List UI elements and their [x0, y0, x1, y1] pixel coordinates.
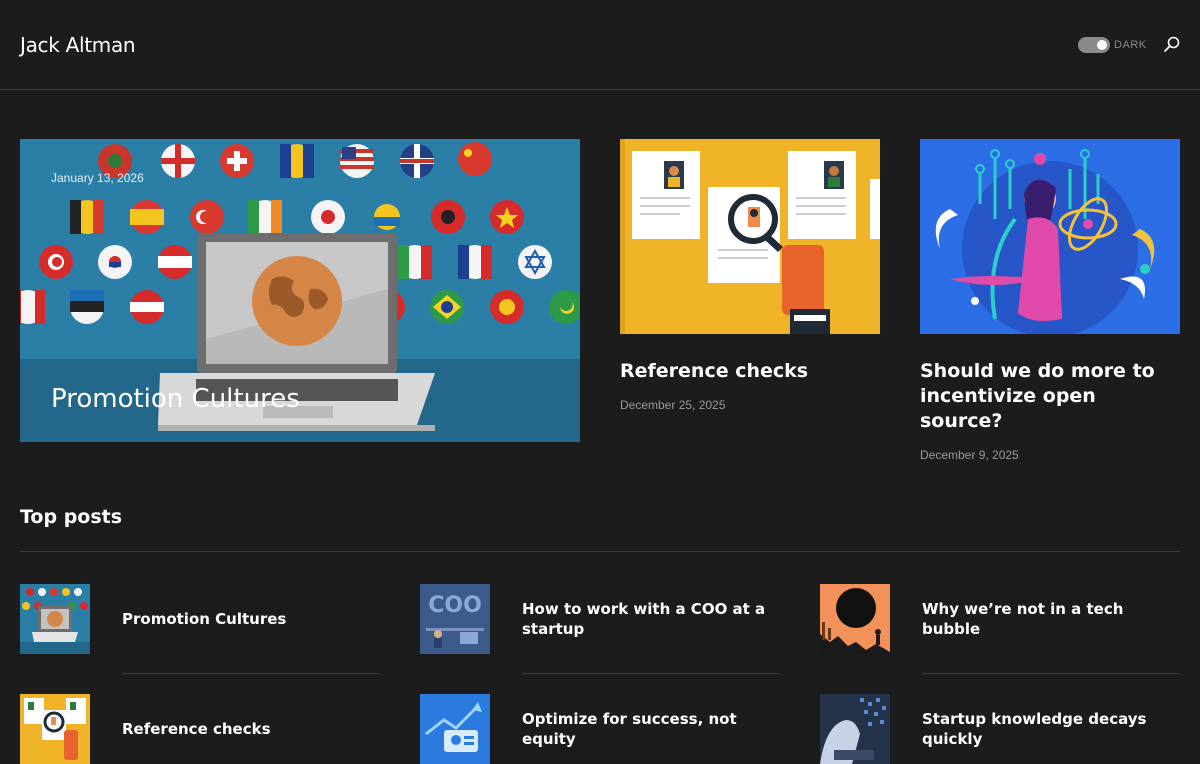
post-card-title[interactable]: Should we do more to incentivize open so…: [920, 359, 1180, 434]
top-post-item[interactable]: Reference checks: [20, 694, 380, 764]
top-post-item[interactable]: Optimize for success, not equity: [420, 694, 780, 764]
post-card-date: December 9, 2025: [920, 448, 1019, 462]
top-post-thumbnail[interactable]: [420, 694, 490, 764]
post-card[interactable]: Reference checks December 25, 2025: [620, 139, 880, 412]
success-equity-thumbnail: [420, 694, 490, 764]
top-post-title[interactable]: Reference checks: [122, 719, 380, 739]
top-post-divider: [122, 673, 380, 674]
bubble-thumbnail: [820, 584, 890, 654]
search-icon[interactable]: [1162, 35, 1182, 55]
post-card[interactable]: Should we do more to incentivize open so…: [920, 139, 1180, 462]
top-post-title[interactable]: Promotion Cultures: [122, 609, 380, 629]
toggle-knob: [1097, 40, 1107, 50]
site-header: Jack Altman DARK: [0, 0, 1200, 90]
top-post-title[interactable]: How to work with a COO at a startup: [522, 599, 780, 639]
coo-thumbnail-text: COO: [428, 593, 482, 618]
top-post-title[interactable]: Startup knowledge decays quickly: [922, 709, 1180, 749]
top-post-item[interactable]: COO How to work with a COO at a startup: [420, 584, 780, 654]
featured-post[interactable]: January 13, 2026 Promotion Cultures: [20, 139, 580, 442]
top-post-divider: [522, 673, 780, 674]
site-title[interactable]: Jack Altman: [20, 33, 136, 57]
top-post-item[interactable]: Promotion Cultures: [20, 584, 380, 654]
flags-laptop-thumbnail: [20, 584, 90, 654]
theme-toggle-label: DARK: [1114, 39, 1147, 51]
top-post-thumbnail[interactable]: [20, 694, 90, 764]
top-post-divider: [922, 673, 1180, 674]
top-posts-heading: Top posts: [20, 506, 123, 528]
reference-checks-illustration: [620, 139, 880, 334]
top-post-title[interactable]: Optimize for success, not equity: [522, 709, 780, 749]
reference-checks-thumbnail: [20, 694, 90, 764]
toggle-switch[interactable]: [1078, 37, 1110, 53]
top-post-thumbnail[interactable]: COO: [420, 584, 490, 654]
section-divider: [20, 551, 1180, 552]
featured-post-title[interactable]: Promotion Cultures: [51, 384, 300, 414]
top-post-thumbnail[interactable]: [820, 584, 890, 654]
post-card-image[interactable]: [620, 139, 880, 334]
top-post-thumbnail[interactable]: [20, 584, 90, 654]
top-post-thumbnail[interactable]: [820, 694, 890, 764]
top-post-item[interactable]: Why we’re not in a tech bubble: [820, 584, 1180, 654]
post-card-image[interactable]: [920, 139, 1180, 334]
top-post-item[interactable]: Startup knowledge decays quickly: [820, 694, 1180, 764]
knowledge-decay-thumbnail: [820, 694, 890, 764]
theme-toggle[interactable]: DARK: [1078, 37, 1147, 53]
post-card-date: December 25, 2025: [620, 398, 726, 412]
open-source-illustration: [920, 139, 1180, 334]
top-post-title[interactable]: Why we’re not in a tech bubble: [922, 599, 1180, 639]
featured-post-date: January 13, 2026: [51, 171, 144, 185]
coo-thumbnail: COO: [420, 584, 490, 654]
post-card-title[interactable]: Reference checks: [620, 359, 880, 384]
